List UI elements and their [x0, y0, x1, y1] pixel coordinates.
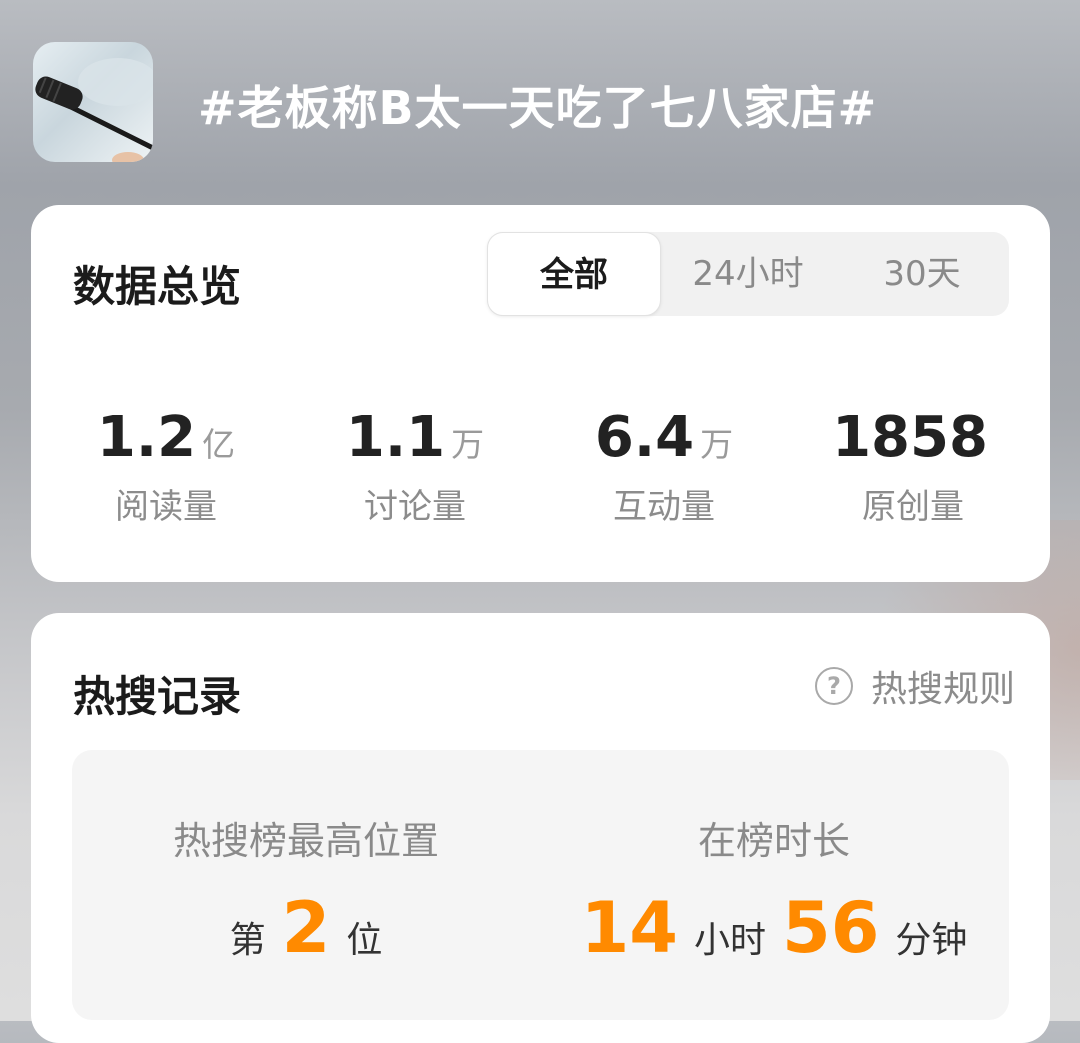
topic-thumbnail[interactable] [33, 42, 153, 162]
stat-interactions-unit: 万 [700, 425, 734, 464]
stat-reads-label: 阅读量 [115, 487, 217, 527]
duration-value: 14 小时 56 分钟 [540, 888, 1008, 968]
hot-search-record-box: 热搜榜最高位置 第 2 位 在榜时长 14 小时 56 分钟 [72, 750, 1009, 1020]
stat-reads-value: 1.2 [96, 405, 197, 470]
time-range-tabs: 全部 24小时 30天 [487, 232, 1009, 316]
peak-rank-prefix: 第 [229, 920, 266, 961]
peak-rank-label: 热搜榜最高位置 [172, 819, 439, 863]
hot-search-rules-label: 热搜规则 [870, 669, 1015, 710]
microphone-icon [35, 58, 153, 162]
stat-originals-value-row: 1858 [788, 405, 1038, 471]
stat-discussions-value-row: 1.1 万 [290, 405, 540, 471]
stat-reads-value-row: 1.2 亿 [41, 405, 291, 471]
stat-originals: 1858 原创量 [788, 405, 1038, 528]
topic-header: #老板称B太一天吃了七八家店# [33, 42, 1053, 164]
duration-minutes-unit: 分钟 [895, 920, 968, 961]
duration-hours-unit: 小时 [693, 920, 766, 961]
stat-originals-label: 原创量 [862, 487, 964, 527]
duration-label: 在榜时长 [697, 819, 850, 863]
peak-rank-suffix: 位 [346, 920, 383, 961]
stat-interactions-label: 互动量 [613, 487, 715, 527]
stat-interactions-value: 6.4 [594, 405, 695, 470]
overview-stats: 1.2 亿 阅读量 1.1 万 讨论量 6.4 万 互动量 1858 原创量 [31, 405, 1050, 535]
stat-reads-unit: 亿 [202, 425, 236, 464]
stat-discussions-unit: 万 [451, 425, 485, 464]
tab-24h[interactable]: 24小时 [661, 232, 835, 316]
stat-interactions-value-row: 6.4 万 [539, 405, 789, 471]
topic-title: #老板称B太一天吃了七八家店# [198, 81, 878, 135]
stat-discussions-value: 1.1 [345, 405, 446, 470]
stat-interactions: 6.4 万 互动量 [539, 405, 789, 528]
duration-minutes: 56 [782, 887, 880, 969]
data-overview-card: 数据总览 全部 24小时 30天 1.2 亿 阅读量 1.1 万 讨论量 6.4 万 … [31, 205, 1050, 582]
hot-search-title: 热搜记录 [73, 672, 242, 721]
tab-30d[interactable]: 30天 [835, 232, 1009, 316]
overview-title: 数据总览 [73, 262, 242, 311]
stat-discussions: 1.1 万 讨论量 [290, 405, 540, 528]
duration-hours: 14 [580, 887, 678, 969]
stat-discussions-label: 讨论量 [364, 487, 466, 527]
question-circle-icon: ? [814, 667, 853, 705]
tab-all[interactable]: 全部 [487, 232, 661, 316]
hot-search-card: 热搜记录 ? 热搜规则 热搜榜最高位置 第 2 位 在榜时长 14 小时 56 … [31, 613, 1050, 1043]
stat-originals-value: 1858 [832, 405, 988, 470]
peak-rank-value: 第 2 位 [72, 888, 540, 968]
stat-reads: 1.2 亿 阅读量 [41, 405, 291, 528]
peak-rank-number: 2 [281, 887, 331, 969]
hot-search-rules-link[interactable]: ? 热搜规则 [814, 665, 1015, 710]
